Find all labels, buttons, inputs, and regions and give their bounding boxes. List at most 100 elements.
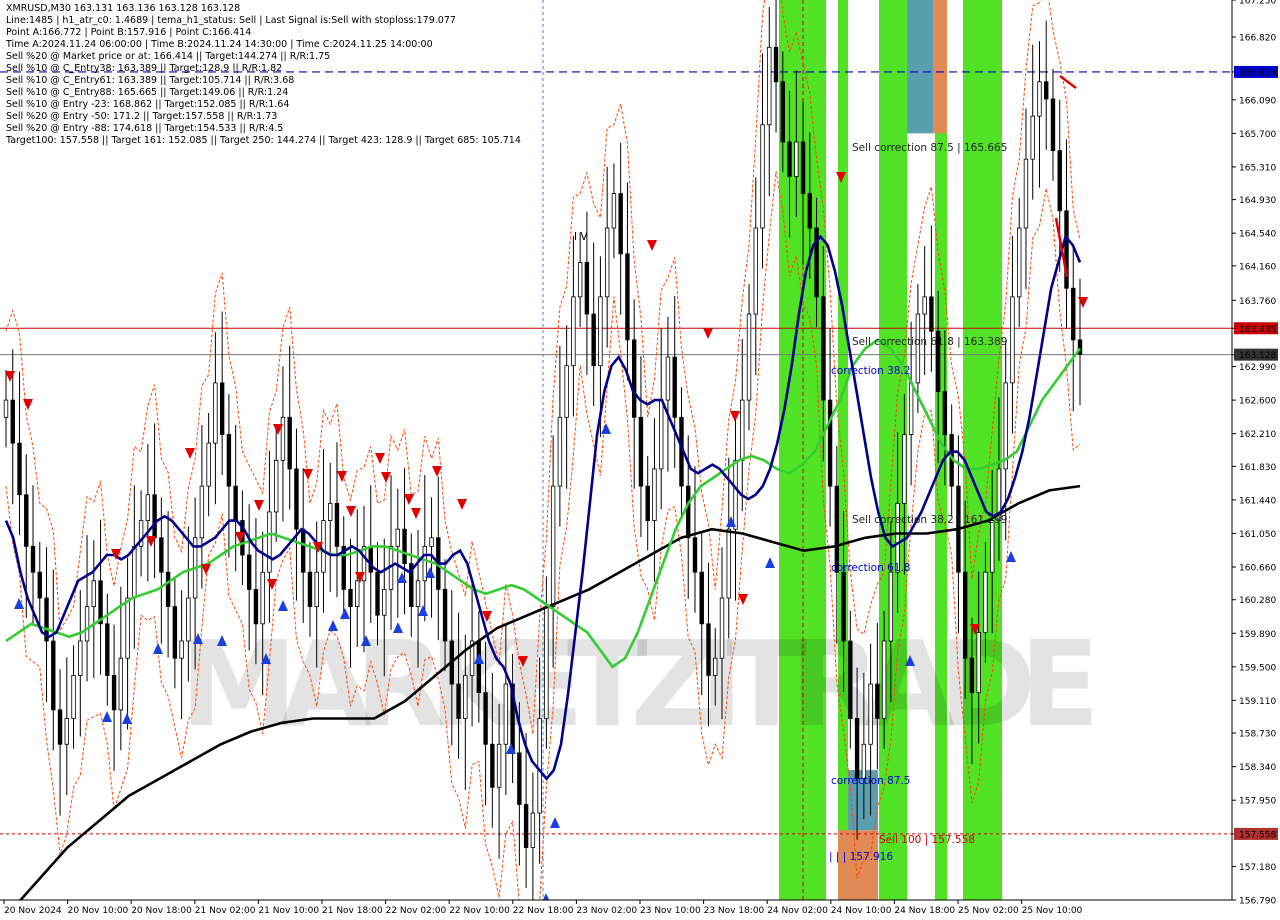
sell-arrow (381, 472, 391, 483)
sell-arrow (185, 448, 195, 459)
info-line: Sell %20 @ Market price or at: 166.414 |… (6, 51, 331, 62)
zone-orange-bottom (838, 830, 878, 900)
candle-body (713, 657, 718, 676)
candle-body (726, 528, 731, 599)
candle-body (1017, 227, 1022, 298)
sell-correction-875-label: Sell correction 87.5 | 165.665 (852, 142, 1007, 154)
candle-body (659, 399, 664, 470)
candle-body (652, 468, 657, 521)
candle-body (219, 382, 225, 435)
candle-body (821, 296, 826, 401)
info-line: Sell %10 @ C_Entry38: 163.389 || Target:… (6, 63, 283, 74)
candle-body (415, 580, 421, 607)
price-tick-label: 161.440 (1239, 496, 1276, 506)
candle-body (881, 640, 887, 719)
candle-body (584, 262, 590, 315)
time-tick-label: 24 Nov 10:00 (831, 906, 892, 916)
price-tick-label: 159.500 (1239, 663, 1276, 673)
candle-body (672, 356, 677, 418)
candle-body (226, 434, 232, 487)
point-b-label: | | | 157.916 (829, 851, 893, 863)
time-tick-label: 22 Nov 18:00 (513, 906, 574, 916)
zone-blue-top (907, 0, 933, 134)
candle-body (807, 193, 813, 229)
buy-arrow (102, 711, 112, 722)
time-tick-label: 24 Nov 18:00 (894, 906, 955, 916)
candle-body (132, 545, 137, 599)
candle-body (530, 812, 536, 848)
watermark: MARKETZITRADE (180, 615, 1100, 753)
price-tick-label: 166.820 (1239, 33, 1276, 43)
candle-body (267, 511, 272, 573)
candle-body (321, 520, 326, 573)
time-tick-label: 25 Nov 10:00 (1022, 906, 1083, 916)
watermark-layer: MARKETZITRADE (180, 615, 1100, 753)
candle-body (523, 804, 529, 848)
price-tick-label: 167.250 (1239, 0, 1276, 7)
signal-zone (963, 0, 1002, 900)
candle-body (719, 597, 725, 659)
candle-body (179, 640, 184, 659)
candle-body (152, 494, 157, 539)
time-tick-label: 21 Nov 02:00 (195, 906, 256, 916)
candle-body (1003, 382, 1008, 470)
candle-body (767, 46, 772, 126)
sell-correction-618-label: Sell correction 61.8 | 163.389 (852, 336, 1007, 348)
buy-arrow (601, 423, 611, 434)
candle-body (280, 416, 286, 461)
info-line: Target100: 157.558 || Target 161: 152.08… (6, 135, 521, 146)
info-line: Sell %10 @ C_Entry61: 163.389 || Target:… (6, 75, 295, 86)
candle-body (577, 262, 583, 298)
candle-body (51, 640, 56, 711)
candle-body (165, 571, 171, 607)
candle-body (875, 683, 880, 719)
candle-body (625, 253, 630, 341)
candle-body (422, 545, 427, 582)
candle-body (1030, 115, 1035, 160)
candle-body (355, 580, 360, 607)
sell-arrow (404, 494, 414, 505)
candle-body (760, 124, 765, 229)
time-tick-label: 20 Nov 10:00 (68, 906, 129, 916)
candle-body (571, 296, 576, 367)
candle-body (1057, 150, 1062, 212)
sell-arrow (647, 240, 657, 251)
time-tick-label: 22 Nov 02:00 (386, 906, 447, 916)
candle-body (307, 571, 313, 607)
price-tick-label: 158.340 (1239, 763, 1276, 773)
candle-body (375, 571, 380, 616)
candle-body (159, 537, 164, 573)
candle-body (105, 623, 110, 676)
candle-body (537, 718, 542, 814)
candle-body (503, 683, 509, 745)
candle-body (294, 468, 299, 530)
candle-body (598, 296, 603, 367)
candle-body (125, 597, 130, 659)
sell-arrow (346, 506, 356, 517)
buy-arrow (278, 600, 288, 611)
candle-body (557, 416, 563, 487)
price-tick-label: 164.160 (1239, 262, 1276, 272)
candle-body (246, 554, 252, 590)
candle-body (611, 193, 617, 229)
candle-body (233, 485, 238, 521)
price-tick-label: 160.660 (1239, 564, 1276, 574)
candle-body (692, 537, 698, 573)
candle-body (78, 640, 83, 676)
candle-body (273, 459, 279, 513)
sell-correction-382-label: Sell correction 38.2 | 161.299 (852, 514, 1007, 526)
price-tick-label: 160.280 (1239, 596, 1276, 606)
candle-body (888, 571, 894, 642)
candle-body (686, 485, 691, 539)
candle-body (604, 227, 610, 298)
candle-body (665, 356, 671, 401)
price-tick-label: 159.890 (1239, 630, 1276, 640)
sell-arrow (432, 466, 442, 477)
sell-arrow (411, 508, 421, 519)
candle-body (382, 588, 387, 616)
info-line: Point A:166.772 | Point B:157.916 | Poin… (6, 27, 252, 38)
candle-body (1050, 98, 1056, 151)
time-tick-label: 21 Nov 10:00 (258, 906, 319, 916)
candle-body (794, 141, 799, 177)
buy-arrow (340, 608, 350, 619)
